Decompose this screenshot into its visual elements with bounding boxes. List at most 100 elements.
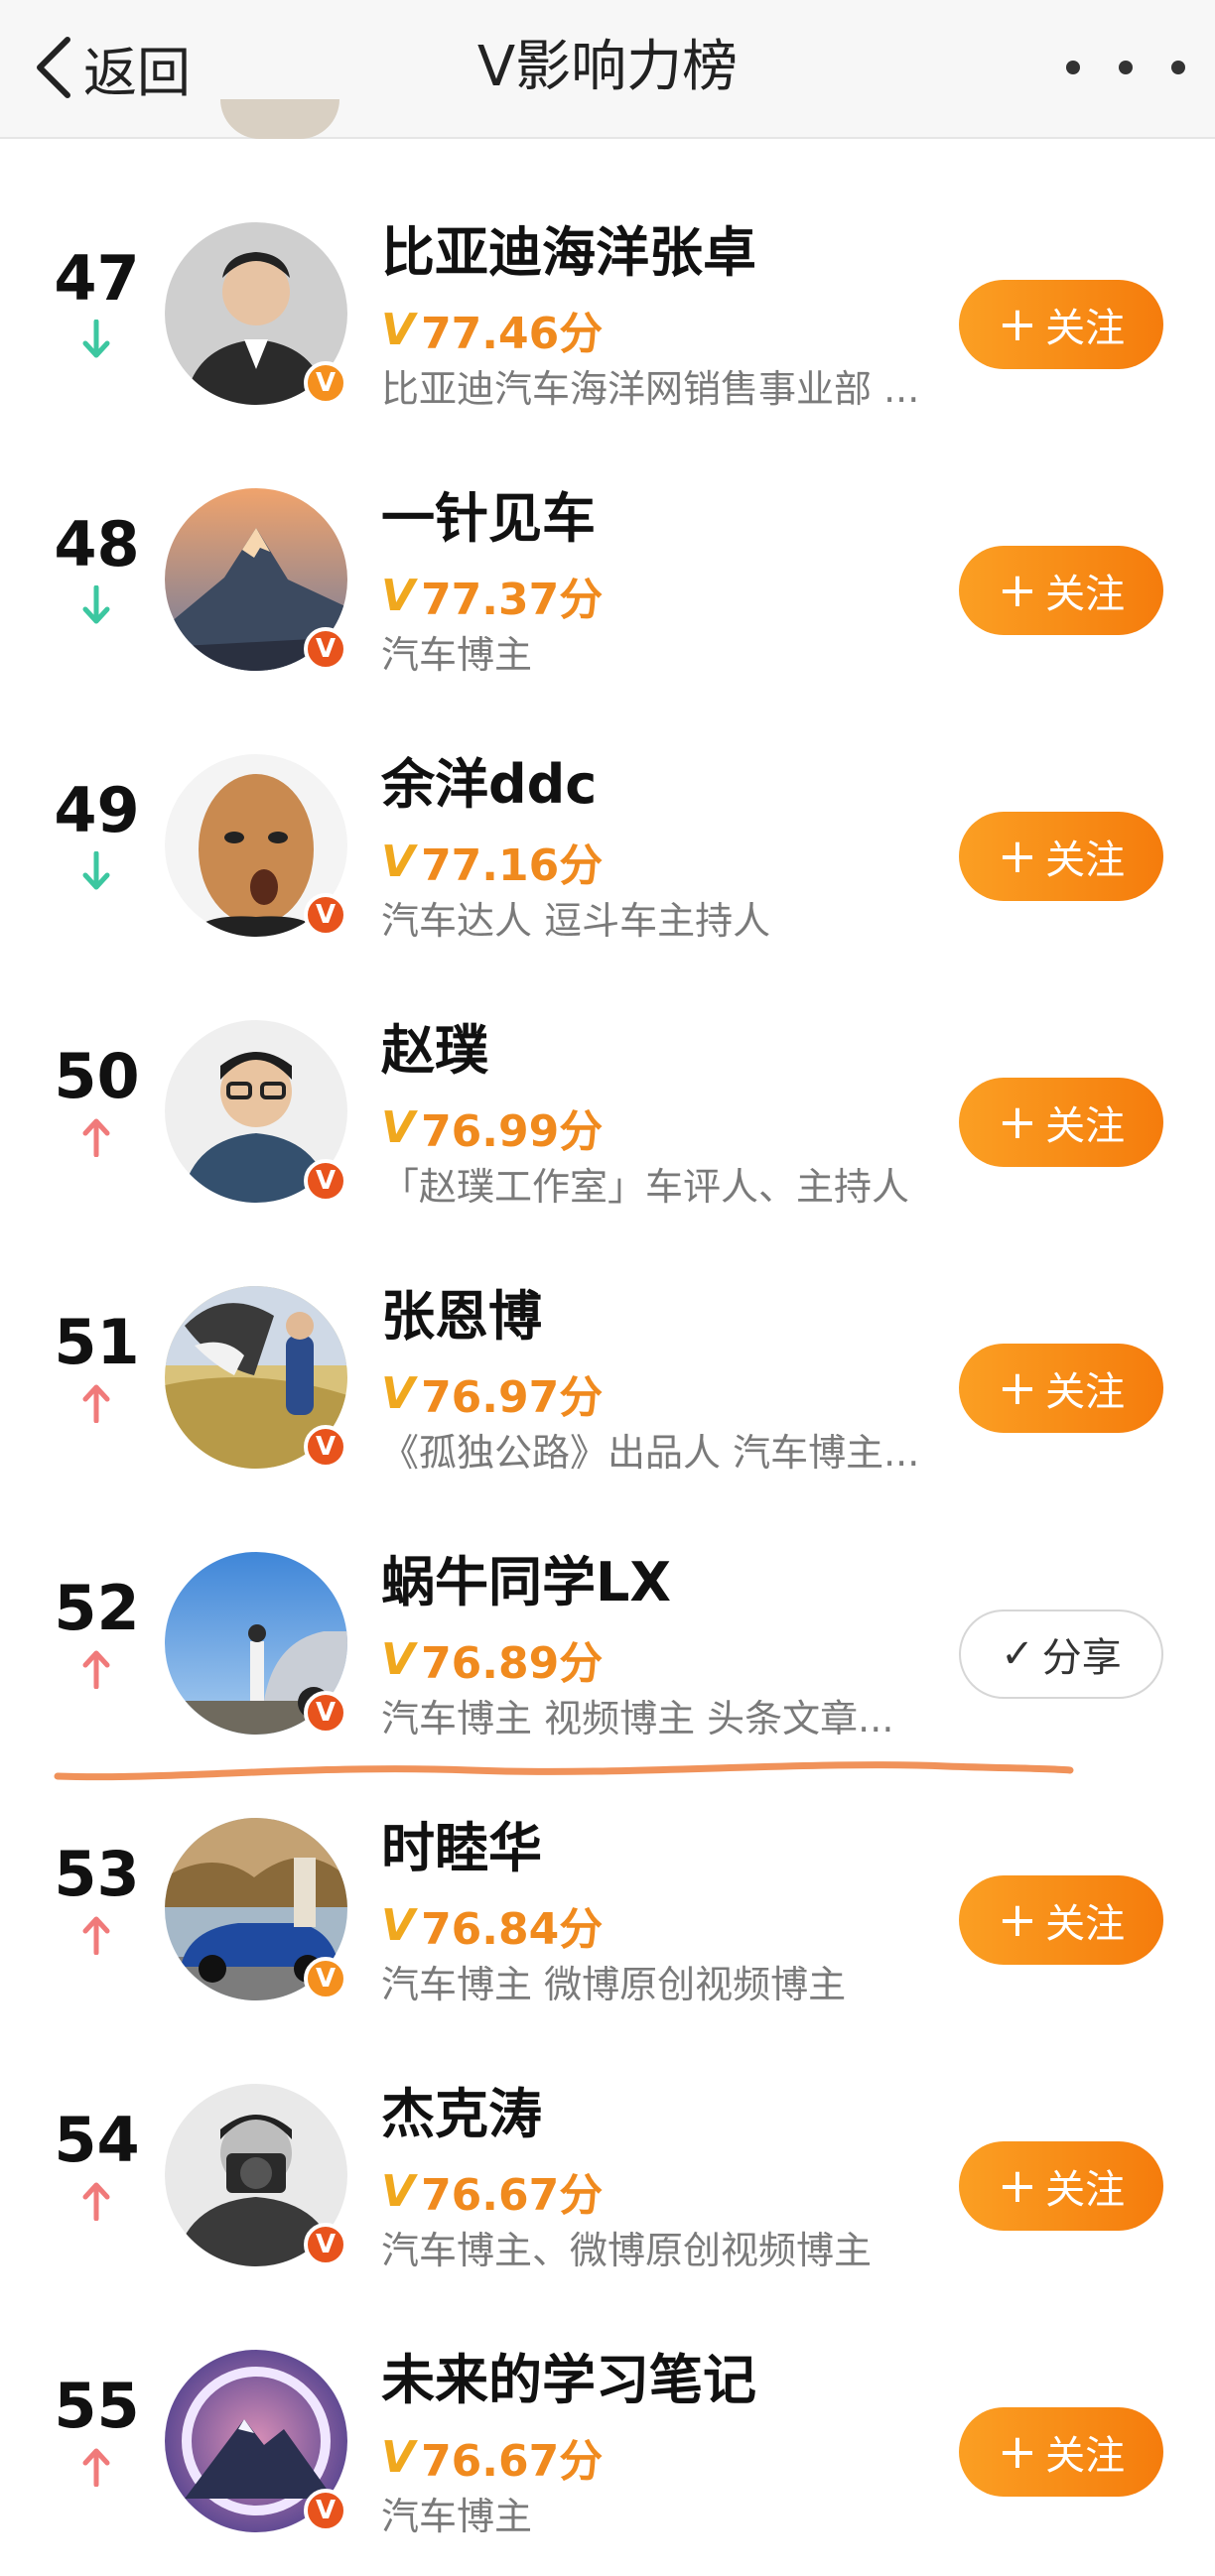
- v-score-icon: V: [381, 2165, 416, 2217]
- user-name[interactable]: 比亚迪海洋张卓: [381, 218, 756, 288]
- user-description: 汽车博主: [381, 633, 533, 677]
- follow-button[interactable]: + 关注: [959, 1344, 1163, 1433]
- user-name[interactable]: 一针见车: [381, 484, 596, 554]
- score-value: 76.67分: [421, 2436, 604, 2487]
- plus-icon: +: [997, 563, 1038, 618]
- v-score-icon: V: [381, 836, 416, 887]
- list-item[interactable]: 54 V 杰克涛 V 76.67分汽车博主、微博原创视频博主 + 关注: [0, 2044, 1215, 2310]
- follow-button[interactable]: + 关注: [959, 546, 1163, 635]
- verified-badge-icon: V: [304, 361, 347, 405]
- v-score-icon: V: [381, 1101, 416, 1153]
- trend-up-icon: [81, 1649, 111, 1690]
- user-description: 汽车博主: [381, 2495, 533, 2538]
- user-name[interactable]: 杰克涛: [381, 2080, 542, 2149]
- button-label: 分享: [1041, 1635, 1122, 1681]
- trend-down-icon: [81, 319, 111, 359]
- trend-down-icon: [81, 850, 111, 891]
- v-score-icon: V: [381, 304, 416, 355]
- follow-button[interactable]: + 关注: [959, 1875, 1163, 1965]
- user-description: 汽车博主、微博原创视频博主: [381, 2229, 873, 2272]
- button-label: 关注: [1045, 306, 1126, 351]
- score-value: 77.37分: [421, 575, 604, 625]
- rank-number: 53: [54, 1838, 140, 1910]
- score-value: 76.67分: [421, 2170, 604, 2221]
- plus-icon: +: [997, 829, 1038, 884]
- rank-number: 54: [54, 2104, 140, 2176]
- trend-up-icon: [81, 2447, 111, 2488]
- user-name[interactable]: 张恩博: [381, 1282, 542, 1352]
- score-value: 76.89分: [421, 1638, 604, 1689]
- rank-number: 50: [54, 1040, 140, 1112]
- follow-button[interactable]: + 关注: [959, 1078, 1163, 1167]
- user-description: 汽车博主 视频博主 头条文章...: [381, 1697, 894, 1740]
- v-score-icon: V: [381, 1367, 416, 1419]
- more-options-icon[interactable]: [1066, 40, 1185, 95]
- rank-number: 55: [54, 2370, 140, 2442]
- user-name[interactable]: 余洋ddc: [381, 750, 597, 820]
- rank-number: 48: [54, 508, 140, 580]
- trend-up-icon: [81, 2181, 111, 2222]
- v-score-icon: V: [381, 1899, 416, 1951]
- checkmark-icon: ✓: [1001, 1631, 1034, 1677]
- user-name[interactable]: 赵璞: [381, 1016, 488, 1086]
- user-description: 汽车博主 微博原创视频博主: [381, 1963, 847, 2006]
- user-description: 《孤独公路》出品人 汽车博主...: [381, 1431, 920, 1475]
- rank-number: 51: [54, 1306, 140, 1378]
- follow-button[interactable]: + 关注: [959, 280, 1163, 369]
- score-value: 76.84分: [421, 1904, 604, 1955]
- list-item[interactable]: 48 V 一针见车 V 77.37分 汽车博主 + 关注: [0, 449, 1215, 714]
- trend-up-icon: [81, 1915, 111, 1956]
- verified-badge-icon: V: [304, 893, 347, 937]
- verified-badge-icon: V: [304, 2489, 347, 2532]
- follow-button[interactable]: + 关注: [959, 2141, 1163, 2231]
- v-score-icon: V: [381, 1633, 416, 1685]
- list-item[interactable]: 53 V 时睦华 V 76.84分 汽车博主 微博原创视频博主 + 关注: [0, 1778, 1215, 2044]
- trend-up-icon: [81, 1383, 111, 1424]
- plus-icon: +: [997, 1360, 1038, 1416]
- button-label: 关注: [1045, 1369, 1126, 1415]
- influence-score: V 76.99分: [381, 1097, 603, 1158]
- list-item[interactable]: 55 V 未来的学习笔记 V 76.67分汽车博主 + 关注: [0, 2310, 1215, 2576]
- influence-score: V 76.89分: [381, 1629, 604, 1690]
- user-description: 「赵璞工作室」车评人、主持人: [381, 1165, 910, 1209]
- list-item[interactable]: 52 V 蜗牛同学LX V 76.89分 汽车博主 视频博主 头条文章... ✓ 分享: [0, 1512, 1215, 1778]
- button-label: 关注: [1045, 2167, 1126, 2213]
- verified-badge-icon: V: [304, 627, 347, 671]
- v-score-icon: V: [381, 570, 416, 621]
- user-description: 比亚迪汽车海洋网销售事业部 ...: [381, 367, 920, 411]
- follow-button[interactable]: + 关注: [959, 812, 1163, 901]
- influence-score: V 77.37分: [381, 566, 604, 626]
- list-item[interactable]: 50 V 赵璞 V 76.99分「赵璞工作室」车评人、主持人 + 关注: [0, 980, 1215, 1246]
- plus-icon: +: [997, 1095, 1038, 1150]
- user-name[interactable]: 未来的学习笔记: [381, 2346, 756, 2415]
- plus-icon: +: [997, 1892, 1038, 1948]
- influence-score: V 76.84分: [381, 1895, 604, 1956]
- verified-badge-icon: V: [304, 1159, 347, 1203]
- verified-badge-icon: V: [304, 1957, 347, 2000]
- trend-up-icon: [81, 1117, 111, 1158]
- user-description: 汽车达人 逗斗车主持人: [381, 899, 771, 943]
- verified-badge-icon: V: [304, 1425, 347, 1469]
- button-label: 关注: [1045, 837, 1126, 883]
- influence-score: V 76.67分: [381, 2427, 604, 2488]
- button-label: 关注: [1045, 1901, 1126, 1947]
- list-item[interactable]: 47 V 比亚迪海洋张卓 V 77.46分 比亚迪汽车海洋网销售事业部 ... + 关注: [0, 183, 1215, 449]
- score-value: 76.97分: [421, 1372, 604, 1423]
- user-name[interactable]: 蜗牛同学LX: [381, 1548, 671, 1617]
- follow-button[interactable]: + 关注: [959, 2407, 1163, 2497]
- rank-number: 52: [54, 1572, 140, 1644]
- verified-badge-icon: V: [304, 1691, 347, 1735]
- user-name[interactable]: 时睦华: [381, 1814, 542, 1883]
- plus-icon: +: [997, 2424, 1038, 2480]
- influence-score: V 77.16分: [381, 832, 604, 892]
- list-item[interactable]: 49 V 余洋ddc V 77.16分 汽车达人 逗斗车主持人 + 关注: [0, 714, 1215, 980]
- share-button[interactable]: ✓ 分享: [959, 1610, 1163, 1699]
- score-value: 77.16分: [421, 840, 604, 891]
- button-label: 关注: [1045, 2433, 1126, 2479]
- button-label: 关注: [1045, 1103, 1126, 1149]
- influence-score: V 76.67分: [381, 2161, 604, 2222]
- list-item[interactable]: 51 V 张恩博 V 76.97分 《孤独公路》出品人 汽车博主... + 关注: [0, 1246, 1215, 1512]
- influence-score: V 77.46分: [381, 300, 603, 360]
- hand-drawn-underline: [54, 1761, 1074, 1781]
- trend-down-icon: [81, 584, 111, 625]
